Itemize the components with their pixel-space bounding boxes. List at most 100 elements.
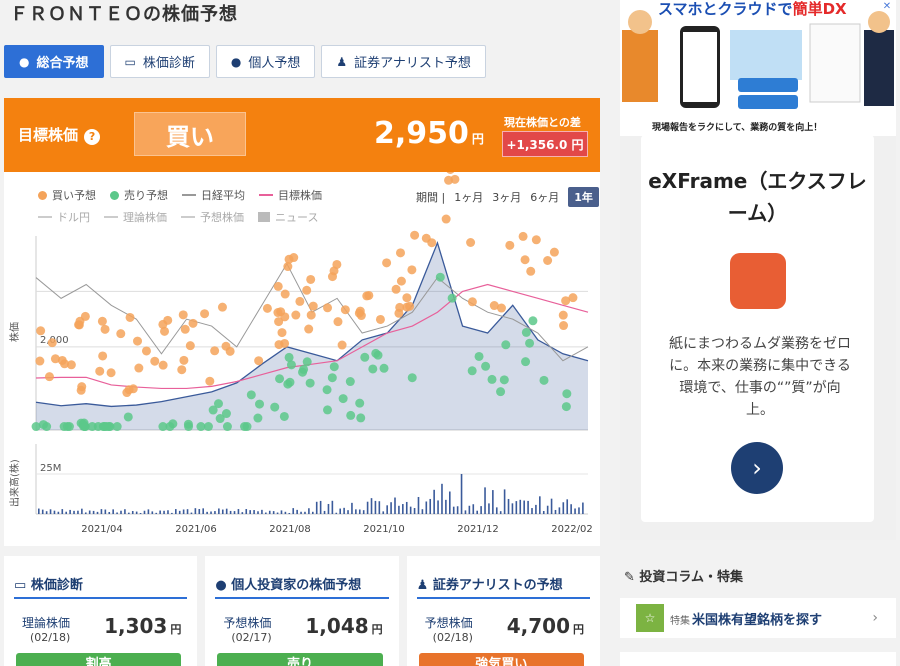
summary-cards: ▭ 株価診断 理論株価 (02/18) 1,303 円 割高 ● 個人投資家の株価… xyxy=(4,556,600,666)
volume-bar xyxy=(413,508,416,514)
buy-forecast-point xyxy=(98,351,108,361)
volume-bar xyxy=(198,509,201,514)
volume-bar xyxy=(539,496,541,514)
volume-bar xyxy=(296,509,298,514)
x-tick-label: 2021/08 xyxy=(269,524,311,535)
help-icon[interactable]: ? xyxy=(84,129,101,145)
buy-forecast-point xyxy=(382,258,392,268)
tab-analyst[interactable]: ♟ 証券アナリスト予想 xyxy=(321,45,486,78)
buy-forecast-point xyxy=(160,326,170,336)
ad-banner[interactable]: スマホとクラウドで簡単DX 現場報告をラクにして、業務の質を向上！ xyxy=(620,0,896,136)
volume-bar xyxy=(261,509,263,514)
card-value-number: 1,048 xyxy=(305,614,369,638)
buy-forecast-point xyxy=(60,359,70,369)
buy-forecast-point xyxy=(306,274,316,284)
x-tick-label: 2021/10 xyxy=(363,524,405,535)
card-title[interactable]: ♟ 証券アナリストの予想 xyxy=(417,574,563,593)
volume-bar xyxy=(449,491,451,514)
volume-bar xyxy=(210,511,212,514)
buy-forecast-point xyxy=(36,326,46,336)
column-title: ✎ 投資コラム・特集 xyxy=(624,566,896,585)
volume-bar xyxy=(151,511,154,514)
volume-bar xyxy=(331,500,334,514)
card-divider xyxy=(416,597,590,599)
close-icon[interactable]: ✕ xyxy=(880,0,894,14)
volume-bar xyxy=(382,511,385,514)
volume-bar xyxy=(339,508,341,514)
volume-bar xyxy=(147,509,150,514)
sell-forecast-point xyxy=(275,374,285,384)
x-tick-label: 2021/12 xyxy=(457,524,499,535)
volume-bar xyxy=(135,511,138,514)
buy-forecast-point xyxy=(549,247,559,257)
sell-forecast-point xyxy=(481,361,491,371)
sell-forecast-point xyxy=(528,316,538,326)
volume-bar xyxy=(272,511,275,514)
person-icon: ♟ xyxy=(416,578,433,593)
sell-forecast-point xyxy=(487,374,497,384)
card-value-number: 4,700 xyxy=(506,614,570,638)
ad-panel[interactable]: スマホとクラウドで簡単DX 現場報告をラクにして、業務の質を向上！ ✕ eXFr… xyxy=(620,0,896,540)
volume-bar xyxy=(554,509,557,514)
column-item[interactable] xyxy=(620,652,896,666)
card-rating-button[interactable]: 強気買い xyxy=(418,653,584,666)
volume-bar xyxy=(335,512,338,514)
volume-bar xyxy=(139,512,142,514)
buy-forecast-point xyxy=(262,303,272,313)
column-item[interactable]: ☆ 特集 米国株有望銘柄を探す › xyxy=(620,598,896,638)
volume-bar xyxy=(523,500,525,514)
sell-forecast-point xyxy=(112,422,122,432)
card-value: 1,303 円 xyxy=(104,614,181,638)
buy-forecast-point xyxy=(561,296,571,306)
volume-bar xyxy=(472,504,475,514)
volume-bar xyxy=(362,510,365,514)
buy-forecast-point xyxy=(97,316,107,326)
card-rating-button[interactable]: 売り xyxy=(217,653,383,666)
ad-card[interactable]: eXFrame（エクスフレーム） 紙にまつわるムダ業務をゼロに。本来の業務に集中… xyxy=(641,135,874,522)
volume-bar xyxy=(558,507,561,514)
volume-bar xyxy=(171,512,173,514)
volume-bar xyxy=(378,501,381,514)
volume-bar xyxy=(535,504,537,514)
volume-bar xyxy=(429,498,432,514)
sell-forecast-point xyxy=(521,327,531,337)
buy-forecast-point xyxy=(106,368,116,378)
tab-label: 証券アナリスト予想 xyxy=(354,56,471,71)
sell-forecast-point xyxy=(329,362,339,372)
volume-bar xyxy=(229,510,232,514)
tab-diagnosis[interactable]: ▭ 株価診断 xyxy=(109,45,210,78)
buy-forecast-point xyxy=(518,231,528,241)
volume-bar xyxy=(81,508,83,514)
volume-bar xyxy=(468,505,471,514)
card-diagnosis: ▭ 株価診断 理論株価 (02/18) 1,303 円 割高 xyxy=(4,556,198,666)
volume-bar xyxy=(124,509,126,514)
chevron-right-icon[interactable]: › xyxy=(731,442,783,494)
tab-individual[interactable]: ● 個人予想 xyxy=(215,45,316,78)
tab-overall[interactable]: ● 総合予想 xyxy=(4,45,104,78)
buy-forecast-point xyxy=(180,324,190,334)
card-title-text: 証券アナリストの予想 xyxy=(432,578,563,593)
card-title[interactable]: ● 個人投資家の株価予想 xyxy=(215,574,361,593)
buy-forecast-point xyxy=(405,301,415,311)
volume-bar xyxy=(257,511,259,514)
x-tick-label: 2022/02 xyxy=(551,524,593,535)
buy-forecast-point xyxy=(179,355,189,365)
sell-forecast-point xyxy=(521,357,531,367)
volume-bar xyxy=(49,509,52,514)
buy-forecast-point xyxy=(150,356,160,366)
ad-caption: 現場報告をラクにして、業務の質を向上！ xyxy=(652,123,823,133)
card-value-number: 1,303 xyxy=(104,614,168,638)
volume-bar xyxy=(456,506,459,514)
sell-forecast-point xyxy=(345,377,355,387)
diff-label: 現在株価との差 xyxy=(504,116,581,129)
sell-forecast-point xyxy=(496,387,506,397)
volume-bar xyxy=(394,497,396,514)
card-rating-button[interactable]: 割高 xyxy=(16,653,182,666)
volume-bar xyxy=(131,511,134,514)
card-title[interactable]: ▭ 株価診断 xyxy=(14,574,83,593)
buy-forecast-point xyxy=(395,248,405,258)
sell-forecast-point xyxy=(285,377,295,387)
volume-bar xyxy=(358,509,361,514)
buy-forecast-point xyxy=(280,289,290,299)
buy-forecast-point xyxy=(558,310,568,320)
